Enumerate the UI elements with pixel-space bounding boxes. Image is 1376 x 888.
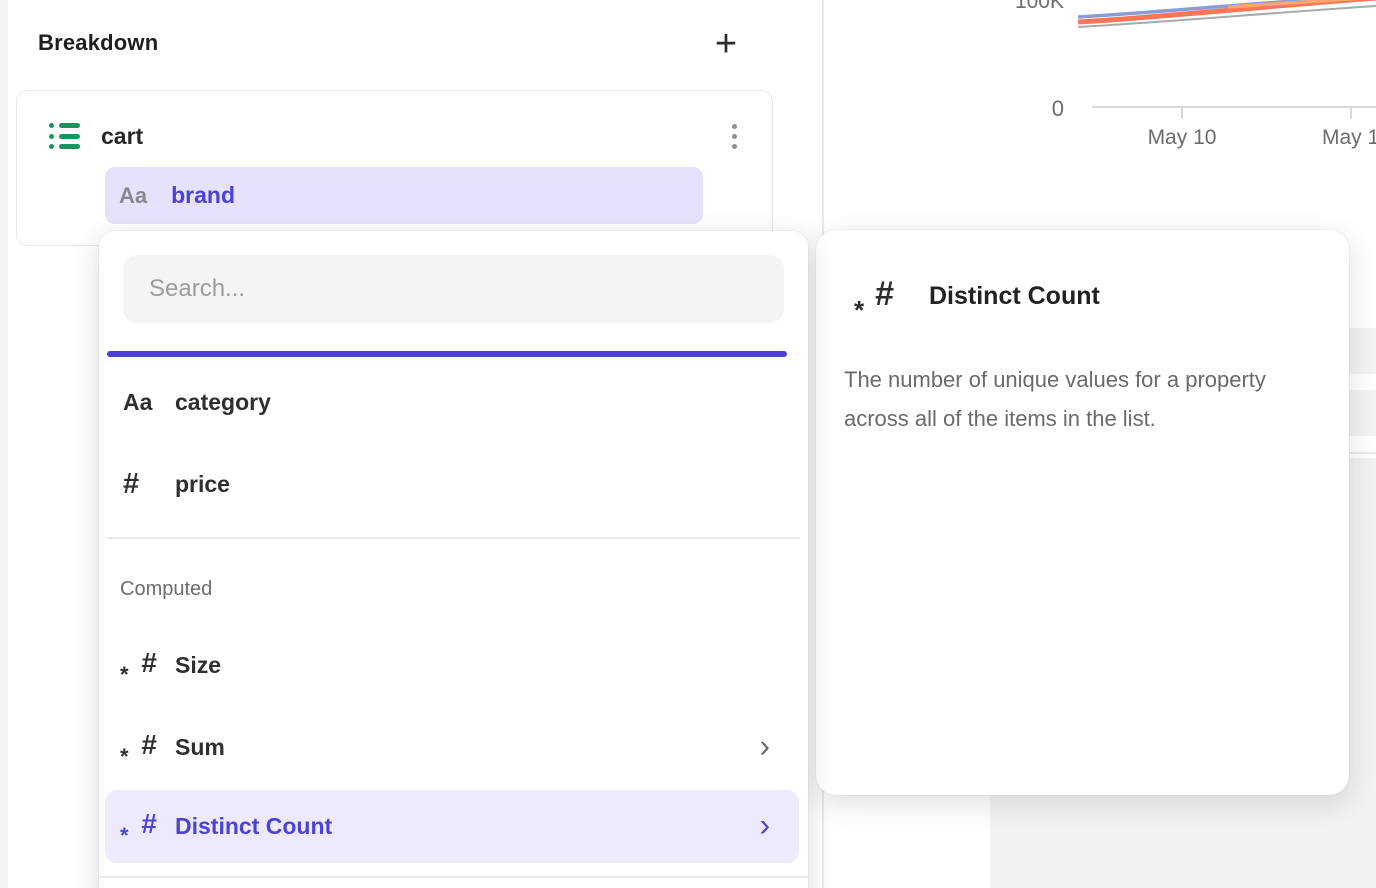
dropdown-item-size[interactable]: * # Size — [99, 636, 808, 694]
add-breakdown-button[interactable]: + — [704, 22, 748, 66]
number-type-icon: # — [123, 470, 139, 499]
plus-icon: + — [715, 25, 737, 63]
computed-section-label: Computed — [120, 578, 212, 601]
computed-number-icon: * # — [123, 809, 157, 843]
tooltip-title: Distinct Count — [929, 282, 1100, 311]
text-type-icon: Aa — [119, 183, 147, 209]
cart-row[interactable]: cart — [49, 113, 749, 159]
chart-y-label-max: 100K — [1000, 0, 1064, 14]
breakdown-card-cart: cart Aa brand — [16, 90, 773, 246]
dropdown-item-sum[interactable]: * # Sum › — [99, 718, 808, 776]
dropdown-divider — [107, 537, 800, 539]
scrolled-selection-indicator — [107, 351, 787, 357]
dropdown-item-label: Size — [175, 652, 221, 679]
computed-number-icon: * # — [123, 730, 157, 764]
dropdown-item-label: price — [175, 471, 230, 498]
app-screen: 100K 0 May 10 May 1 Breakdown + cart Aa … — [0, 0, 1376, 888]
chart-x-label-may10: May 10 — [1122, 126, 1242, 150]
chart-x-tick — [1350, 106, 1352, 119]
dropdown-item-label: Sum — [175, 734, 225, 761]
dropdown-item-distinct-count[interactable]: * # Distinct Count › — [99, 797, 808, 855]
dropdown-footer-divider — [99, 876, 808, 878]
list-property-icon — [49, 121, 81, 151]
series-line-salmon — [1078, 0, 1376, 22]
selected-property-label: brand — [171, 182, 235, 209]
dropdown-item-label: category — [175, 389, 271, 416]
chart-lines — [1078, 0, 1376, 30]
chevron-right-icon: › — [759, 730, 770, 762]
tooltip-description: The number of unique values for a proper… — [844, 360, 1318, 438]
chart-y-label-zero: 0 — [1000, 96, 1064, 122]
cart-label: cart — [101, 123, 143, 150]
kebab-menu-icon[interactable] — [719, 115, 749, 157]
chart-x-tick — [1181, 106, 1183, 119]
dropdown-item-price[interactable]: # price — [99, 455, 808, 513]
property-dropdown: Aa category # price Computed * # Size * … — [99, 231, 808, 888]
dropdown-item-category[interactable]: Aa category — [99, 373, 808, 431]
search-input[interactable] — [123, 255, 784, 323]
dropdown-item-label: Distinct Count — [175, 813, 332, 840]
text-type-icon: Aa — [123, 389, 152, 416]
search-box — [123, 255, 784, 323]
distinct-count-tooltip: * # Distinct Count The number of unique … — [816, 230, 1349, 795]
chart-x-axis — [1092, 106, 1376, 108]
selected-property-chip[interactable]: Aa brand — [105, 167, 703, 224]
computed-number-icon: * # — [123, 648, 157, 682]
page-left-edge — [0, 0, 8, 888]
computed-number-icon: * # — [856, 275, 896, 317]
chevron-right-icon: › — [759, 809, 770, 841]
chart-x-label-may17: May 1 — [1322, 126, 1376, 150]
breakdown-title: Breakdown — [38, 30, 158, 56]
